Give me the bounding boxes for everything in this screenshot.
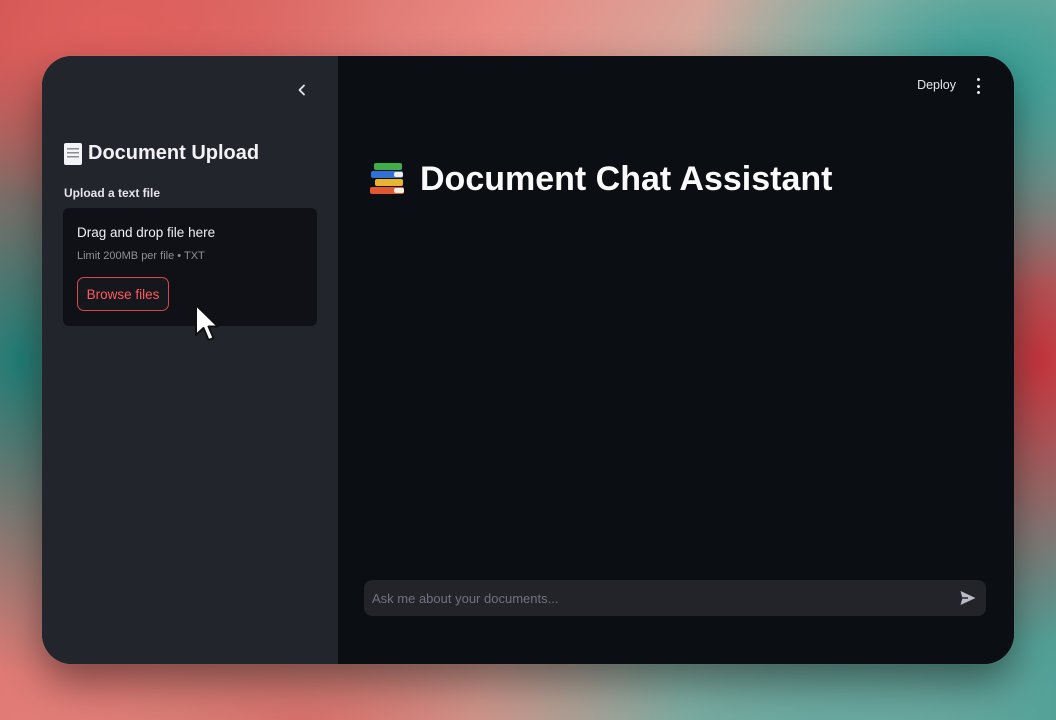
dropzone-limit: Limit 200MB per file • TXT [77,250,205,262]
chevron-left-icon [298,84,305,96]
uploader-label: Upload a text file [64,186,161,200]
main-area: Deploy Document Chat Assistant [338,56,1014,664]
sidebar: Document Upload Upload a text file Drag … [42,56,338,664]
send-icon [960,591,976,605]
sidebar-header: Document Upload [64,142,259,165]
mouse-cursor-icon [195,304,219,341]
page-title-text: Document Chat Assistant [420,160,833,198]
books-icon [370,162,408,198]
chat-input-container [364,580,986,616]
send-button[interactable] [950,580,986,616]
document-icon [64,142,82,165]
file-dropzone[interactable]: Drag and drop file here Limit 200MB per … [63,208,317,326]
browse-files-button[interactable]: Browse files [77,277,169,311]
deploy-button[interactable]: Deploy [917,78,956,92]
more-vertical-icon-dot [976,91,980,94]
main-menu-button[interactable] [972,78,984,94]
page-title: Document Chat Assistant [370,160,832,199]
app-window: Document Upload Upload a text file Drag … [42,56,1014,664]
sidebar-collapse-button[interactable] [290,78,314,102]
more-vertical-icon-dot [976,84,980,88]
dropzone-title: Drag and drop file here [77,225,216,240]
sidebar-title: Document Upload [88,142,260,164]
more-vertical-icon-dot [976,78,980,81]
chat-input[interactable] [364,580,950,616]
